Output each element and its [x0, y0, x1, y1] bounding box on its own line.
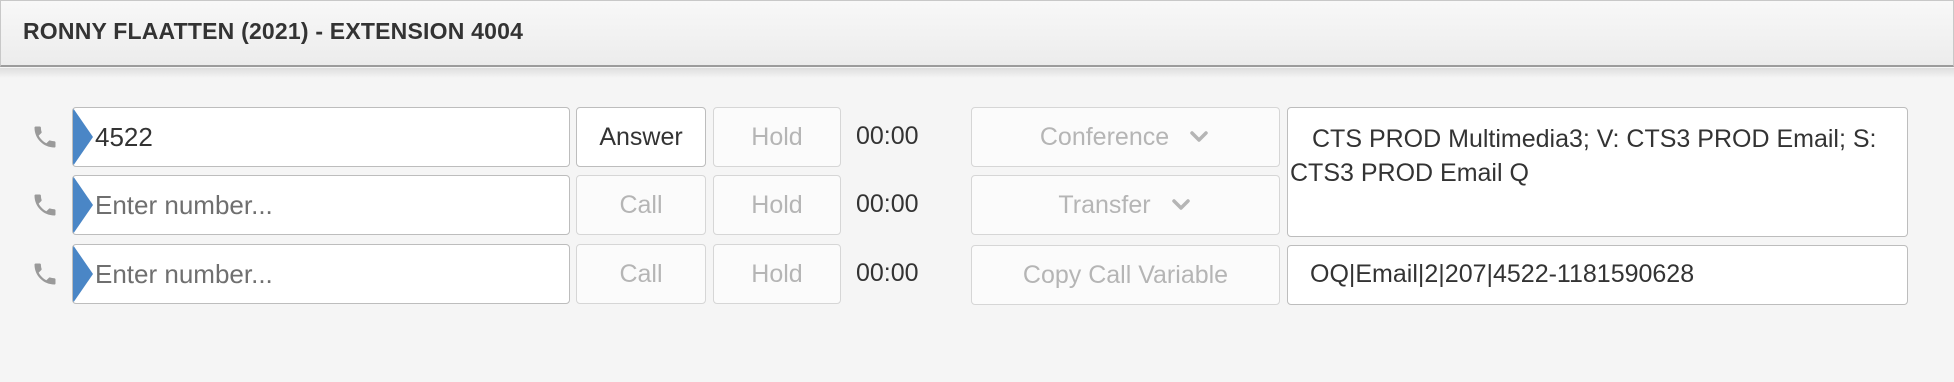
line-3-call-button[interactable]: Call: [576, 244, 706, 304]
agent-extension-title: RONNY FLAATTEN (2021) - EXTENSION 4004: [23, 18, 524, 44]
line-2-timer: 00:00: [856, 190, 919, 218]
line-1-number-field[interactable]: [72, 107, 570, 167]
queue-info-box: CTS PROD Multimedia3; V: CTS3 PROD Email…: [1287, 107, 1908, 237]
phone-icon: [30, 190, 60, 220]
transfer-label: Transfer: [1058, 190, 1151, 219]
copy-call-variable-button[interactable]: Copy Call Variable: [971, 245, 1280, 305]
line-1-timer: 00:00: [856, 122, 919, 150]
line-2-hold-button[interactable]: Hold: [713, 175, 841, 235]
line-3-number-field[interactable]: [72, 244, 570, 304]
phone-icon: [30, 122, 60, 152]
line-2-number-input[interactable]: [95, 176, 565, 234]
line-3-marker: [73, 245, 93, 303]
panel-header: RONNY FLAATTEN (2021) - EXTENSION 4004: [0, 0, 1954, 67]
chevron-down-icon: [1171, 199, 1190, 210]
line-2-marker: [73, 176, 93, 234]
conference-label: Conference: [1039, 122, 1170, 151]
phone-icon: [30, 259, 60, 289]
answer-button[interactable]: Answer: [576, 107, 706, 167]
line-1-active-marker: [73, 108, 93, 166]
line-2-number-field[interactable]: [72, 175, 570, 235]
conference-button[interactable]: Conference: [971, 107, 1280, 167]
header-shadow: [0, 68, 1954, 78]
softphone-panel: RONNY FLAATTEN (2021) - EXTENSION 4004 A…: [0, 0, 1954, 382]
line-2-call-button[interactable]: Call: [576, 175, 706, 235]
transfer-button[interactable]: Transfer: [971, 175, 1280, 235]
line-3-hold-button[interactable]: Hold: [713, 244, 841, 304]
line-3-timer: 00:00: [856, 259, 919, 287]
line-1-number-input[interactable]: [95, 108, 565, 166]
call-variable-field[interactable]: OQ|Email|2|207|4522-1181590628: [1287, 245, 1908, 305]
line-1-hold-button[interactable]: Hold: [713, 107, 841, 167]
line-3-number-input[interactable]: [95, 245, 565, 303]
chevron-down-icon: [1190, 131, 1208, 142]
